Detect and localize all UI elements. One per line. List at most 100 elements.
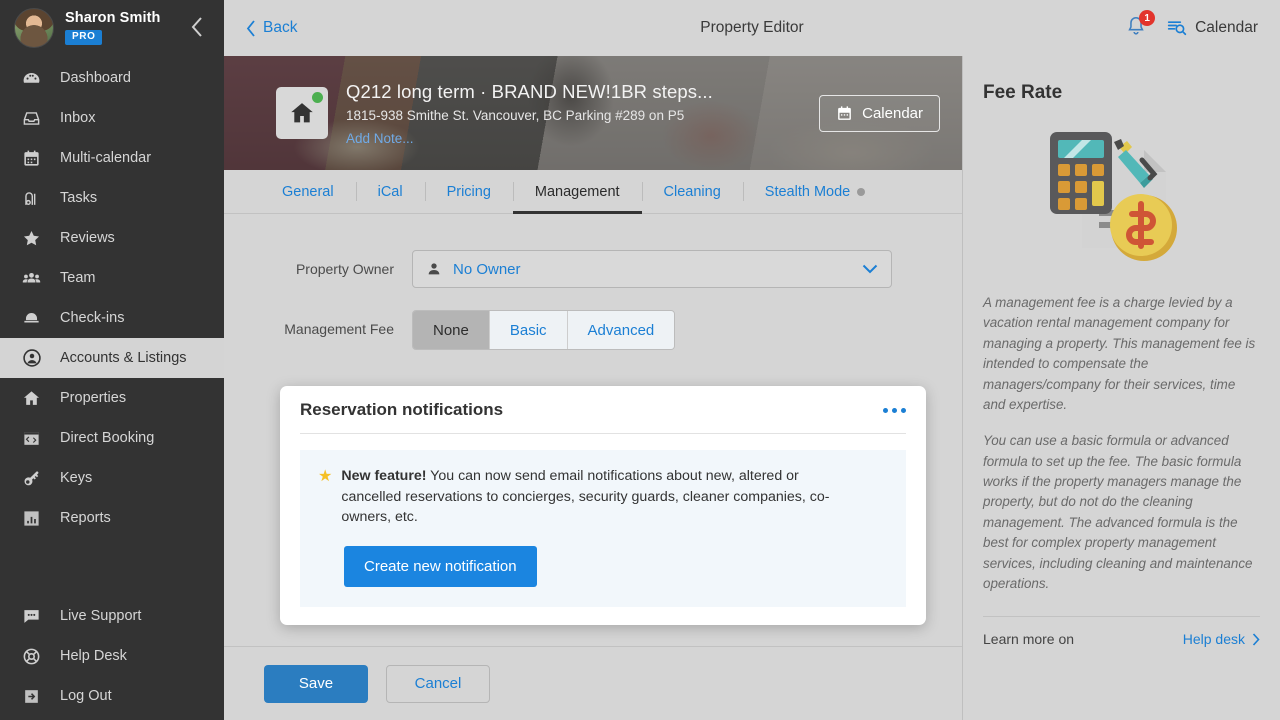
management-fee-row: Management Fee None Basic Advanced [224,310,962,350]
bar-chart-icon [22,509,48,528]
property-title: Q212 long term · BRAND NEW!1BR steps... [346,80,713,102]
page-title: Property Editor [700,19,804,36]
main-column: Q212 long term · BRAND NEW!1BR steps... … [224,56,962,720]
tab-ical[interactable]: iCal [355,170,425,213]
sidebar-item-accounts-listings[interactable]: Accounts & Listings [0,338,224,378]
body-columns: Q212 long term · BRAND NEW!1BR steps... … [224,56,1280,720]
calendar-icon [22,149,48,168]
create-new-notification-button[interactable]: Create new notification [344,545,537,587]
code-window-icon [22,429,48,448]
lifebuoy-icon [22,647,48,666]
sidebar-bottom-nav: Live Support Help Desk Log Out [0,596,224,720]
tab-label: General [282,183,334,200]
panel-footer: Learn more on Help desk [983,617,1260,647]
property-owner-select[interactable]: No Owner [412,250,892,288]
stealth-mode-status-dot [857,187,866,196]
dashboard-icon [22,69,48,88]
property-hero-banner: Q212 long term · BRAND NEW!1BR steps... … [224,56,962,170]
application-window: Sharon Smith PRO Dashboard Inbox Multi-c… [0,0,1280,720]
chevron-down-icon [862,264,878,274]
back-label: Back [263,19,298,36]
top-bar-actions: 1 Calendar [1125,10,1258,42]
tab-label: iCal [377,183,403,200]
learn-more-label: Learn more on [983,631,1075,648]
user-icon [428,263,440,275]
form-footer: Save Cancel [224,646,962,720]
sidebar-item-label: Keys [60,470,93,486]
chevron-left-icon [246,19,255,37]
sidebar-item-log-out[interactable]: Log Out [0,676,224,716]
sidebar-item-inbox[interactable]: Inbox [0,98,224,138]
card-header: Reservation notifications [300,400,906,434]
pro-badge: PRO [65,30,103,45]
home-icon [22,389,48,408]
back-button[interactable]: Back [246,19,297,37]
calendar-button[interactable]: Calendar [1167,18,1258,38]
tab-label: Cleaning [663,183,721,200]
users-icon [22,269,48,288]
sidebar-item-label: Team [60,270,96,286]
tab-pricing[interactable]: Pricing [424,170,513,213]
sidebar-item-label: Accounts & Listings [60,350,187,366]
sidebar-item-tasks[interactable]: Tasks [0,178,224,218]
sidebar-item-label: Direct Booking [60,430,155,446]
notifications-button[interactable]: 1 [1125,10,1156,42]
sidebar-item-help-desk[interactable]: Help Desk [0,636,224,676]
property-owner-row: Property Owner No Owner [224,250,962,288]
sidebar-user-profile[interactable]: Sharon Smith PRO [0,0,224,56]
hero-calendar-label: Calendar [862,104,923,122]
fee-option-advanced[interactable]: Advanced [567,311,675,349]
tab-cleaning[interactable]: Cleaning [641,170,743,213]
tab-label: Pricing [446,183,491,200]
fee-rate-paragraph-2: You can use a basic formula or advanced … [983,433,1253,591]
calendar-label: Calendar [1195,19,1258,36]
sidebar-item-team[interactable]: Team [0,258,224,298]
fee-option-label: Advanced [587,321,655,339]
sidebar-item-label: Check-ins [60,310,125,326]
save-button[interactable]: Save [264,664,368,703]
card-title: Reservation notifications [300,400,504,419]
feature-badge-label: New feature! [341,468,427,484]
fee-rate-illustration [983,122,1260,277]
sidebar-item-check-ins[interactable]: Check-ins [0,298,224,338]
fee-option-label: Basic [509,321,547,339]
tab-label: Stealth Mode [764,183,851,200]
top-bar: Back Property Editor 1 Calendar [224,0,1280,56]
sidebar-item-label: Help Desk [60,648,127,664]
feature-announcement-text: New feature! You can now send email noti… [341,466,861,528]
chat-bubble-icon [22,607,48,626]
add-note-link[interactable]: Add Note... [346,131,713,146]
tab-general[interactable]: General [260,170,356,213]
sidebar-item-label: Tasks [60,190,98,206]
management-fee-label: Management Fee [284,321,394,337]
tab-label: Management [534,183,620,200]
sidebar-item-dashboard[interactable]: Dashboard [0,58,224,98]
ellipsis-icon[interactable] [883,407,906,413]
sidebar-item-direct-booking[interactable]: Direct Booking [0,418,224,458]
tab-management[interactable]: Management [512,170,642,214]
sidebar-nav: Dashboard Inbox Multi-calendar Tasks Rev… [0,58,224,538]
sidebar-item-keys[interactable]: Keys [0,458,224,498]
sidebar-item-label: Log Out [60,688,112,704]
fee-option-basic[interactable]: Basic [489,311,568,349]
inbox-icon [22,109,48,128]
reservation-notifications-card: Reservation notifications ★ New feature!… [280,386,926,625]
tab-stealth-mode[interactable]: Stealth Mode [742,170,887,213]
sidebar-item-label: Reports [60,510,111,526]
chevron-left-icon[interactable] [186,16,208,38]
hero-calendar-button[interactable]: Calendar [819,94,940,132]
sidebar-item-label: Inbox [60,110,96,126]
calculator-document-coin-icon [1049,132,1177,261]
logout-icon [22,687,48,706]
sidebar-item-reviews[interactable]: Reviews [0,218,224,258]
fee-option-label: None [433,321,469,339]
help-desk-link[interactable]: Help desk [1183,631,1260,647]
sidebar-item-live-support[interactable]: Live Support [0,596,224,636]
sidebar-item-label: Dashboard [60,70,131,86]
fee-option-none[interactable]: None [413,311,490,349]
sidebar-item-properties[interactable]: Properties [0,378,224,418]
sidebar-item-multi-calendar[interactable]: Multi-calendar [0,138,224,178]
sidebar-item-reports[interactable]: Reports [0,498,224,538]
cancel-button[interactable]: Cancel [386,664,490,703]
